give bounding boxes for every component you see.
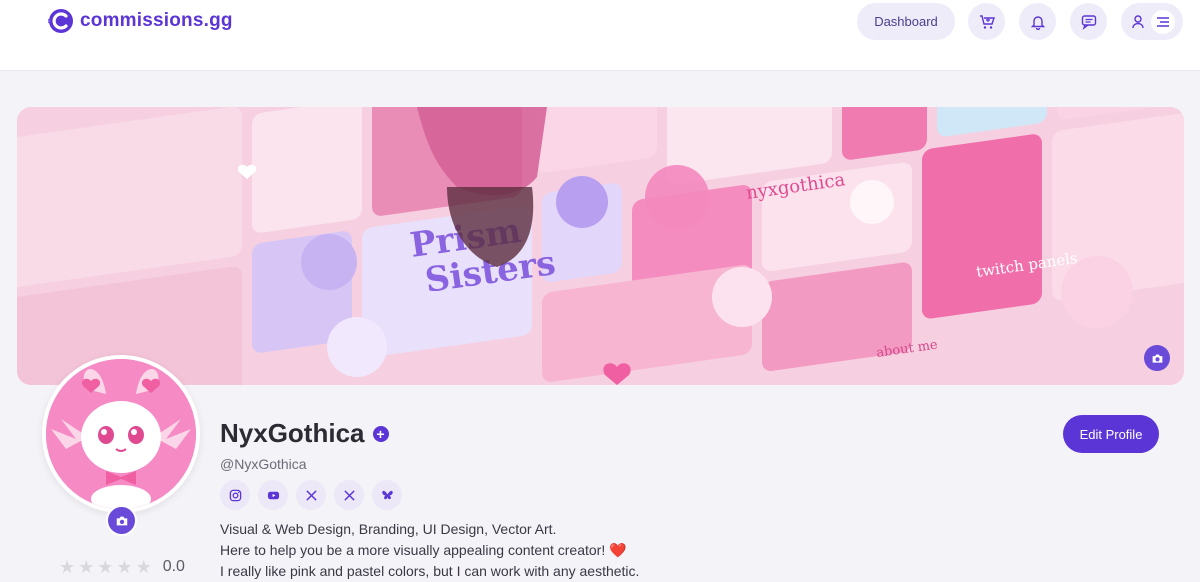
heart-icon: ❤️ [609,542,627,558]
banner-camera-button[interactable] [1144,345,1170,371]
chat-icon [1081,14,1096,30]
x-link[interactable] [296,480,326,510]
notifications-button[interactable] [1019,3,1056,40]
bluesky-link[interactable] [372,480,402,510]
youtube-link[interactable] [258,480,288,510]
star-icon: ★ [97,557,114,577]
profile-bio: Visual & Web Design, Branding, UI Design… [220,519,639,582]
instagram-icon [229,489,241,501]
avatar-artwork [46,359,196,509]
user-icon [1131,14,1144,28]
profile-name: NyxGothica [220,418,365,448]
user-menu-button[interactable] [1121,3,1183,40]
avatar-camera-button[interactable] [106,505,137,536]
bio-line-2: Here to help you be a more visually appe… [220,540,639,561]
avatar-frame [42,355,200,513]
star-icon: ★ [135,557,152,577]
rating: ★ ★ ★ ★ ★ 0.0 [59,558,185,576]
cart-icon [979,14,995,29]
dashboard-button[interactable]: Dashboard [857,3,955,40]
youtube-icon [267,491,279,499]
x-link-secondary[interactable] [334,480,364,510]
profile-banner: Prism Sisters nyxgothica twitch panels a… [17,107,1184,385]
camera-icon [1152,353,1162,363]
banner-artwork: Prism Sisters nyxgothica twitch panels a… [17,107,1184,385]
x-icon [343,489,355,501]
edit-profile-button[interactable]: Edit Profile [1063,415,1159,453]
star-icon: ★ [78,557,95,577]
plus-badge-icon: + [372,425,389,442]
bio-line-2-text: Here to help you be a more visually appe… [220,542,606,558]
logo-text: commissions.gg [80,10,233,31]
bio-line-1: Visual & Web Design, Branding, UI Design… [220,521,557,537]
instagram-link[interactable] [220,480,250,510]
bio-line-3: I really like pink and pastel colors, bu… [220,563,640,579]
cart-button[interactable] [968,3,1005,40]
social-links [220,480,402,510]
avatar [46,359,196,509]
site-logo[interactable]: commissions.gg [48,8,233,34]
x-icon [305,489,317,501]
top-header: commissions.gg Dashboard [0,0,1200,71]
bluesky-icon [381,490,393,499]
camera-icon [116,516,127,525]
messages-button[interactable] [1070,3,1107,40]
logo-icon [48,9,73,33]
menu-toggle[interactable] [1150,9,1175,34]
menu-icon [1156,16,1169,27]
profile-name-row: NyxGothica + [220,418,389,449]
rating-value: 0.0 [162,558,185,575]
profile-handle: @NyxGothica [220,456,307,472]
star-icon: ★ [116,557,133,577]
bell-icon [1030,15,1045,30]
star-icon: ★ [59,557,76,577]
